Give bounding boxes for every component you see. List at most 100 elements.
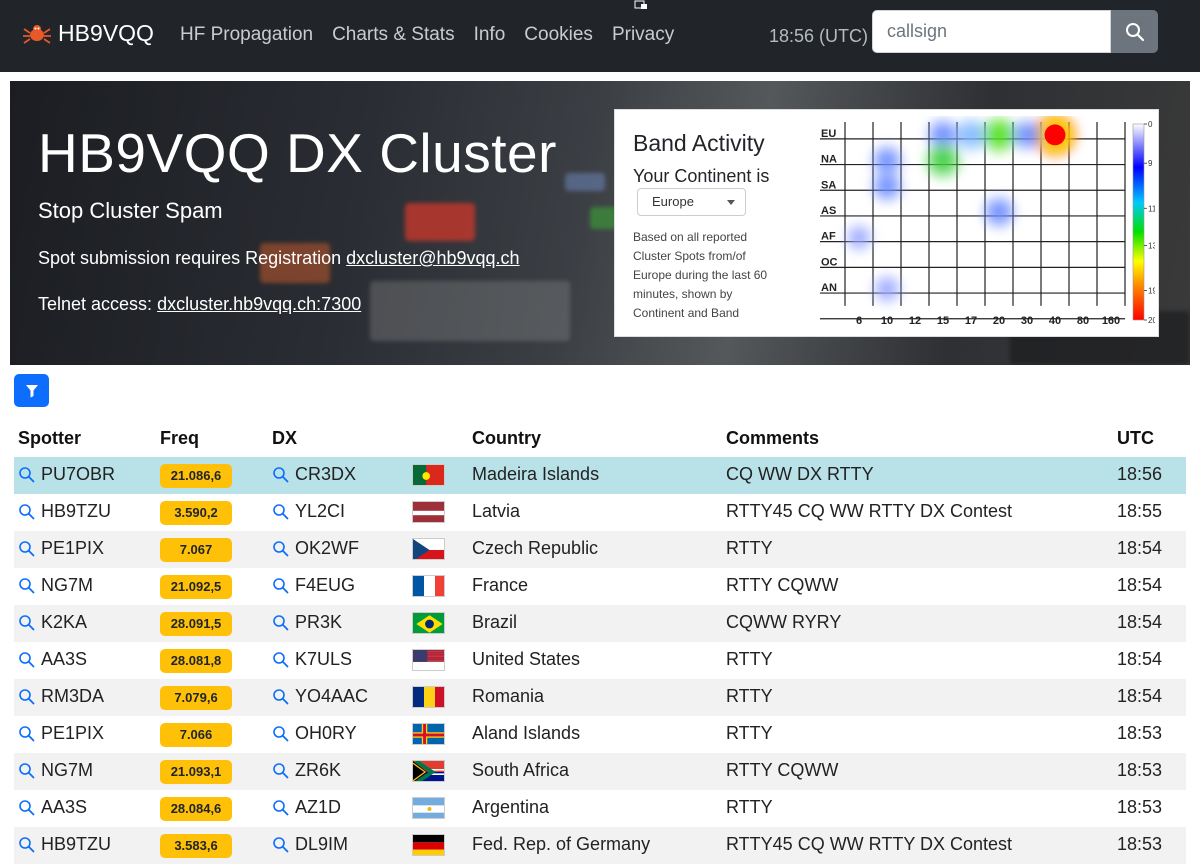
search-icon[interactable] — [18, 466, 35, 483]
dx-cell[interactable]: DL9IM — [272, 834, 348, 855]
search-icon[interactable] — [272, 577, 289, 594]
freq-badge[interactable]: 21.092,5 — [160, 575, 232, 599]
freq-badge[interactable]: 3.590,2 — [160, 501, 232, 525]
dx-cell[interactable]: CR3DX — [272, 464, 356, 485]
continent-label: Your Continent is — [633, 166, 770, 186]
dx-cell[interactable]: PR3K — [272, 612, 342, 633]
table-row[interactable]: HB9TZU 3.590,2 YL2CI Latvia RTTY45 CQ WW… — [14, 494, 1186, 531]
nav-hf-propagation[interactable]: HF Propagation — [180, 24, 313, 46]
utc-time: 18:56 — [1117, 464, 1163, 484]
heatmap-band-label: 12 — [909, 315, 921, 327]
freq-badge[interactable]: 28.091,5 — [160, 612, 232, 636]
table-row[interactable]: NG7M 21.092,5 F4EUG France RTTY CQWW 18:… — [14, 568, 1186, 605]
search-icon[interactable] — [272, 503, 289, 520]
dx-cell[interactable]: ZR6K — [272, 760, 341, 781]
spotter-cell[interactable]: NG7M — [18, 760, 93, 781]
freq-badge[interactable]: 3.583,6 — [160, 834, 232, 858]
search-icon[interactable] — [272, 614, 289, 631]
header-country[interactable]: Country — [472, 428, 541, 449]
spotter-cell[interactable]: PE1PIX — [18, 538, 104, 559]
country-flag — [412, 612, 445, 634]
dx-cell[interactable]: YL2CI — [272, 501, 345, 522]
search-icon[interactable] — [272, 688, 289, 705]
heatmap-continent-label: EU — [821, 128, 836, 140]
callsign-search-input[interactable] — [872, 10, 1111, 53]
search-icon[interactable] — [272, 540, 289, 557]
header-spotter[interactable]: Spotter — [18, 428, 81, 449]
table-row[interactable]: PE1PIX 7.066 OH0RY Aland Islands RTTY 18… — [14, 716, 1186, 753]
spotter-cell[interactable]: HB9TZU — [18, 834, 111, 855]
spotter-cell[interactable]: PU7OBR — [18, 464, 115, 485]
freq-badge[interactable]: 7.067 — [160, 538, 232, 562]
search-icon[interactable] — [18, 836, 35, 853]
country-flag — [412, 834, 445, 856]
search-icon[interactable] — [18, 614, 35, 631]
dx-cell[interactable]: OH0RY — [272, 723, 357, 744]
table-row[interactable]: AA3S 28.084,6 AZ1D Argentina RTTY 18:53 — [14, 790, 1186, 827]
heatmap-band-label: 15 — [937, 315, 949, 327]
spotter-callsign: NG7M — [41, 760, 94, 780]
table-row[interactable]: PE1PIX 7.067 OK2WF Czech Republic RTTY 1… — [14, 531, 1186, 568]
nav-charts-stats[interactable]: Charts & Stats — [332, 24, 455, 46]
nav-info[interactable]: Info — [474, 24, 506, 46]
brand-link[interactable]: HB9VQQ — [22, 20, 154, 47]
spotter-cell[interactable]: NG7M — [18, 575, 93, 596]
freq-badge[interactable]: 21.093,1 — [160, 760, 232, 784]
search-icon[interactable] — [18, 799, 35, 816]
search-icon[interactable] — [18, 577, 35, 594]
search-icon[interactable] — [272, 762, 289, 779]
header-comments[interactable]: Comments — [726, 428, 819, 449]
search-icon[interactable] — [272, 799, 289, 816]
search-icon[interactable] — [272, 651, 289, 668]
dx-cell[interactable]: F4EUG — [272, 575, 355, 596]
freq-badge[interactable]: 28.084,6 — [160, 797, 232, 821]
table-row[interactable]: PU7OBR 21.086,6 CR3DX Madeira Islands CQ… — [14, 457, 1186, 494]
country-flag — [412, 797, 445, 819]
registration-email-link[interactable]: dxcluster@hb9vqq.ch — [346, 248, 519, 268]
country-name: Madeira Islands — [472, 464, 600, 484]
table-row[interactable]: AA3S 28.081,8 K7ULS United States RTTY 1… — [14, 642, 1186, 679]
dx-cell[interactable]: AZ1D — [272, 797, 341, 818]
dx-cell[interactable]: OK2WF — [272, 538, 359, 559]
freq-badge[interactable]: 28.081,8 — [160, 649, 232, 673]
header-utc[interactable]: UTC — [1117, 428, 1154, 449]
table-row[interactable]: HB9TZU 3.583,6 DL9IM Fed. Rep. of German… — [14, 827, 1186, 864]
search-icon[interactable] — [272, 725, 289, 742]
search-button[interactable] — [1111, 10, 1158, 53]
heatmap-hotspot — [878, 177, 896, 195]
nav-cookies[interactable]: Cookies — [524, 24, 593, 46]
search-icon[interactable] — [18, 503, 35, 520]
telnet-link[interactable]: dxcluster.hb9vqq.ch:7300 — [157, 294, 361, 314]
spotter-cell[interactable]: K2KA — [18, 612, 87, 633]
header-freq[interactable]: Freq — [160, 428, 199, 449]
table-row[interactable]: RM3DA 7.079,6 YO4AAC Romania RTTY 18:54 — [14, 679, 1186, 716]
freq-badge[interactable]: 21.086,6 — [160, 464, 232, 488]
spotter-cell[interactable]: RM3DA — [18, 686, 104, 707]
spotter-callsign: PE1PIX — [41, 538, 105, 558]
freq-badge[interactable]: 7.079,6 — [160, 686, 232, 710]
flag-pt-icon — [412, 464, 445, 486]
filter-button[interactable] — [14, 374, 49, 407]
search-icon[interactable] — [18, 688, 35, 705]
search-icon[interactable] — [18, 762, 35, 779]
search-icon[interactable] — [18, 725, 35, 742]
search-icon[interactable] — [272, 836, 289, 853]
continent-select[interactable]: Europe — [637, 188, 746, 216]
dx-cell[interactable]: K7ULS — [272, 649, 352, 670]
dx-cell[interactable]: YO4AAC — [272, 686, 368, 707]
spotter-cell[interactable]: HB9TZU — [18, 501, 111, 522]
freq-badge[interactable]: 7.066 — [160, 723, 232, 747]
freq-cell: 28.081,8 — [160, 649, 232, 673]
table-row[interactable]: K2KA 28.091,5 PR3K Brazil CQWW RYRY 18:5… — [14, 605, 1186, 642]
comment-text: RTTY — [726, 723, 773, 743]
country-name: South Africa — [472, 760, 570, 780]
search-icon[interactable] — [272, 466, 289, 483]
header-dx[interactable]: DX — [272, 428, 297, 449]
search-icon[interactable] — [18, 651, 35, 668]
spotter-cell[interactable]: AA3S — [18, 649, 87, 670]
search-icon[interactable] — [18, 540, 35, 557]
nav-privacy[interactable]: Privacy — [612, 24, 674, 46]
spotter-cell[interactable]: AA3S — [18, 797, 87, 818]
table-row[interactable]: NG7M 21.093,1 ZR6K South Africa RTTY CQW… — [14, 753, 1186, 790]
spotter-cell[interactable]: PE1PIX — [18, 723, 104, 744]
